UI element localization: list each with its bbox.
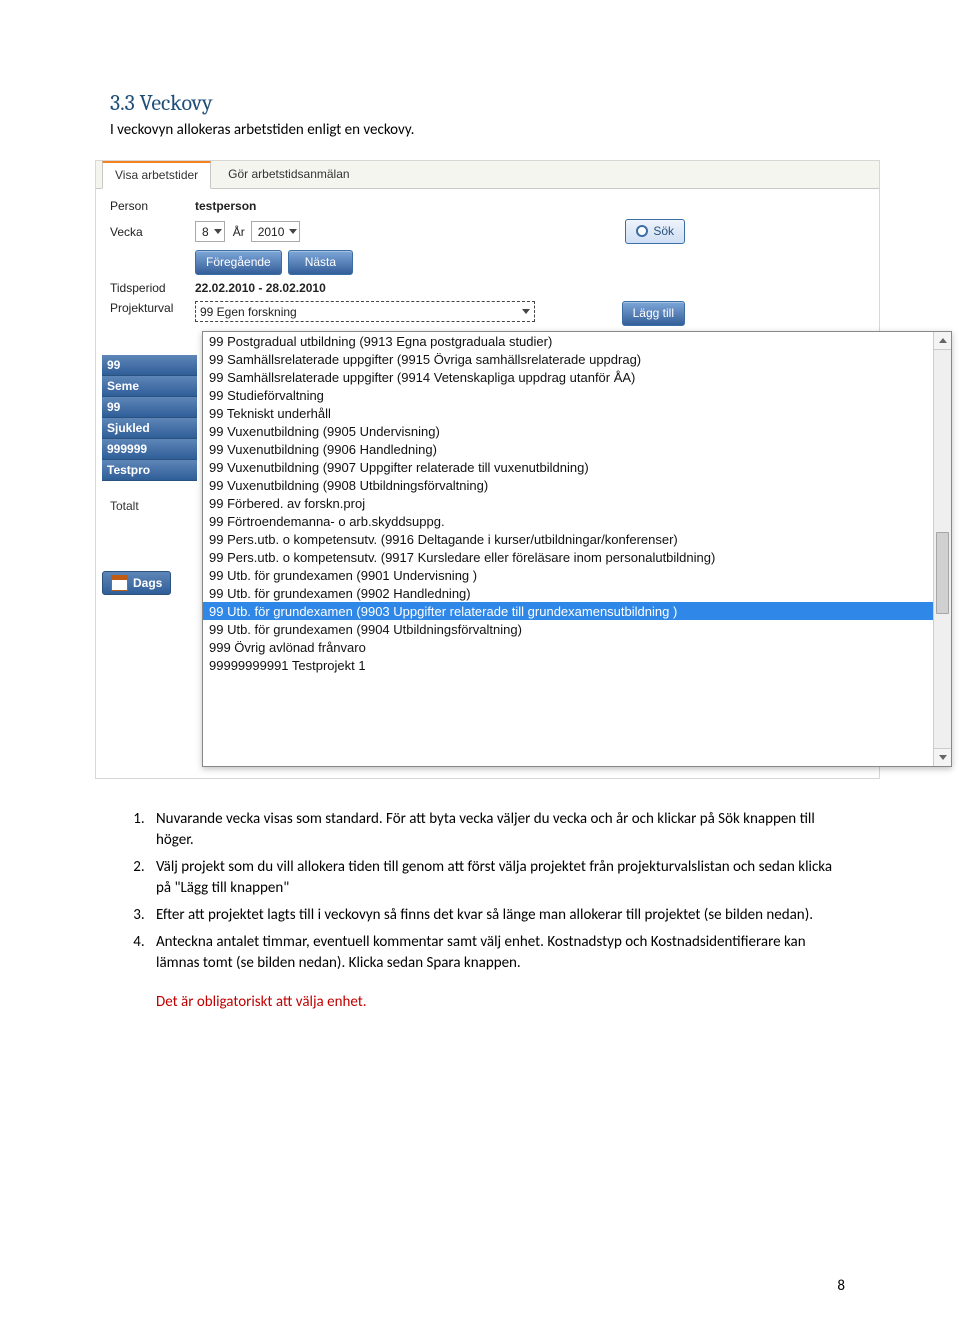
list-item: Välj projekt som du vill allokera tiden …	[148, 857, 850, 899]
scroll-down-button[interactable]	[934, 748, 951, 766]
label-vecka: Vecka	[110, 225, 195, 239]
dropdown-item[interactable]: 99 Samhällsrelaterade uppgifter (9914 Ve…	[203, 368, 934, 386]
tabs-bar: Visa arbetstider Gör arbetstidsanmälan	[96, 161, 879, 189]
scroll-up-button[interactable]	[934, 332, 951, 350]
scrollbar-thumb[interactable]	[936, 532, 949, 614]
intro-text: I veckovyn allokeras arbetstiden enligt …	[110, 120, 850, 140]
nasta-button[interactable]: Nästa	[288, 250, 353, 275]
chevron-down-icon	[522, 309, 530, 314]
side-column-partial: 99 Seme 99 Sjukled 999999 Testpro Totalt…	[102, 333, 197, 595]
foregaende-button[interactable]: Föregående	[195, 250, 282, 275]
dropdown-item[interactable]: 99 Utb. för grundexamen (9903 Uppgifter …	[203, 602, 934, 620]
label-ar: År	[233, 225, 245, 239]
table-row: Sjukled	[102, 418, 197, 439]
dropdown-item[interactable]: 99 Samhällsrelaterade uppgifter (9915 Öv…	[203, 350, 934, 368]
value-person: testperson	[195, 199, 256, 213]
scrollbar[interactable]	[933, 332, 951, 766]
dropdown-item[interactable]: 99999999991 Testprojekt 1	[203, 656, 934, 674]
dropdown-item[interactable]: 99 Vuxenutbildning (9906 Handledning)	[203, 440, 934, 458]
table-row: Testpro	[102, 460, 197, 481]
dropdown-item[interactable]: 999 Övrig avlönad frånvaro	[203, 638, 934, 656]
dropdown-item[interactable]: 99 Vuxenutbildning (9908 Utbildningsförv…	[203, 476, 934, 494]
table-row: 99	[102, 397, 197, 418]
list-item: Efter att projektet lagts till i veckovy…	[148, 905, 850, 926]
chevron-down-icon	[939, 755, 947, 760]
dropdown-item[interactable]: 99 Utb. för grundexamen (9901 Undervisni…	[203, 566, 934, 584]
chevron-down-icon	[214, 229, 222, 234]
vecka-select[interactable]: 8	[195, 221, 225, 242]
value-tidsperiod: 22.02.2010 - 28.02.2010	[195, 281, 326, 295]
dropdown-item[interactable]: 99 Tekniskt underhåll	[203, 404, 934, 422]
dropdown-item[interactable]: 99 Pers.utb. o kompetensutv. (9916 Delta…	[203, 530, 934, 548]
chevron-up-icon	[939, 338, 947, 343]
tab-gor-arbetstidsanmalan[interactable]: Gör arbetstidsanmälan	[215, 161, 362, 188]
dropdown-item[interactable]: 99 Pers.utb. o kompetensutv. (9917 Kursl…	[203, 548, 934, 566]
list-item: Nuvarande vecka visas som standard. För …	[148, 809, 850, 851]
dropdown-item[interactable]: 99 Studieförvaltning	[203, 386, 934, 404]
table-row: Seme	[102, 376, 197, 397]
dropdown-item[interactable]: 99 Utb. för grundexamen (9902 Handlednin…	[203, 584, 934, 602]
screenshot-region: Visa arbetstider Gör arbetstidsanmälan P…	[95, 160, 880, 779]
calendar-icon	[111, 575, 128, 591]
table-row: 99	[102, 355, 197, 376]
chevron-down-icon	[289, 229, 297, 234]
lagg-till-button[interactable]: Lägg till	[622, 301, 685, 326]
tab-visa-arbetstider[interactable]: Visa arbetstider	[102, 161, 211, 189]
dropdown-item[interactable]: 99 Förbered. av forskn.proj	[203, 494, 934, 512]
dags-button[interactable]: Dags	[102, 571, 171, 595]
search-icon	[636, 225, 648, 237]
page-number: 8	[837, 1277, 845, 1295]
steps-list: Nuvarande vecka visas som standard. För …	[110, 809, 850, 974]
projekturval-dropdown[interactable]: 99 Postgradual utbildning (9913 Egna pos…	[202, 331, 952, 767]
mandatory-note: Det är obligatoriskt att välja enhet.	[156, 992, 850, 1012]
projekturval-select[interactable]: 99 Egen forskning	[195, 301, 535, 322]
list-item: Anteckna antalet timmar, eventuell komme…	[148, 932, 850, 974]
label-projekturval: Projekturval	[110, 301, 195, 315]
dropdown-item[interactable]: 99 Utb. för grundexamen (9904 Utbildning…	[203, 620, 934, 638]
table-row: 999999	[102, 439, 197, 460]
label-tidsperiod: Tidsperiod	[110, 281, 195, 295]
label-person: Person	[110, 199, 195, 213]
ar-select[interactable]: 2010	[251, 221, 301, 242]
dropdown-item[interactable]: 99 Vuxenutbildning (9905 Undervisning)	[203, 422, 934, 440]
dropdown-item[interactable]: 99 Postgradual utbildning (9913 Egna pos…	[203, 332, 934, 350]
dropdown-item[interactable]: 99 Förtroendemanna- o arb.skyddsuppg.	[203, 512, 934, 530]
section-heading: 3.3 Veckovy	[110, 90, 850, 116]
sok-button[interactable]: Sök	[625, 219, 685, 244]
label-totalt: Totalt	[102, 499, 197, 513]
dropdown-item[interactable]: 99 Vuxenutbildning (9907 Uppgifter relat…	[203, 458, 934, 476]
